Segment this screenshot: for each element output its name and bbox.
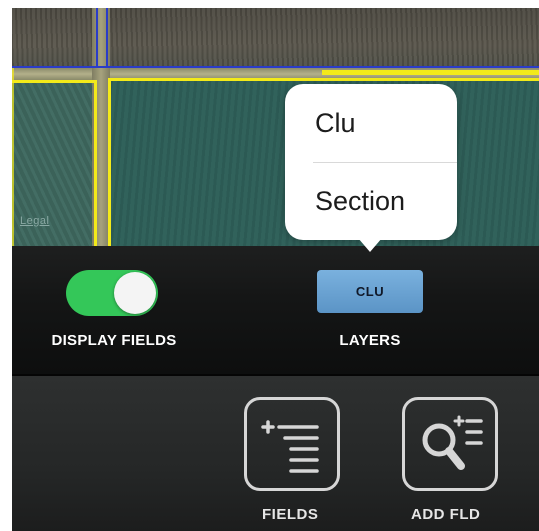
field-boundary-blue-vertical-2 (106, 8, 108, 68)
field-boundary-blue-vertical (96, 8, 98, 68)
popover-arrow (358, 238, 382, 252)
field-boundary-yellow-left (94, 80, 97, 246)
list-icon (261, 420, 319, 473)
search-add-icon (422, 415, 483, 470)
field-boundary-yellow-right (108, 78, 111, 246)
map-view[interactable]: Legal (12, 8, 539, 246)
app-screen: Legal DISPLAY FIELDS CLU LAYERS Clu Sect… (12, 8, 539, 531)
add-field-label: ADD FLD (411, 506, 481, 523)
field-boundary-yellow-top-right (108, 78, 539, 81)
field-boundary-yellow-top-bright (322, 70, 539, 75)
add-field-button[interactable] (402, 397, 498, 491)
layers-popover: Clu Section (285, 84, 457, 240)
toggle-knob (114, 272, 156, 314)
display-fields-toggle[interactable] (66, 270, 158, 316)
layers-button[interactable]: CLU (317, 270, 423, 313)
fields-button[interactable] (244, 397, 340, 491)
layer-option-clu[interactable]: Clu (315, 108, 356, 139)
fields-label: FIELDS (262, 506, 319, 523)
popover-separator (313, 162, 457, 163)
display-fields-label: DISPLAY FIELDS (51, 332, 177, 349)
legal-link[interactable]: Legal (20, 215, 49, 227)
field-boundary-yellow-far-left (12, 68, 14, 246)
field-boundary-yellow-top-left (12, 80, 96, 83)
layer-option-section[interactable]: Section (315, 186, 405, 217)
field-boundary-blue-top (12, 66, 539, 68)
layers-label: LAYERS (339, 332, 401, 349)
